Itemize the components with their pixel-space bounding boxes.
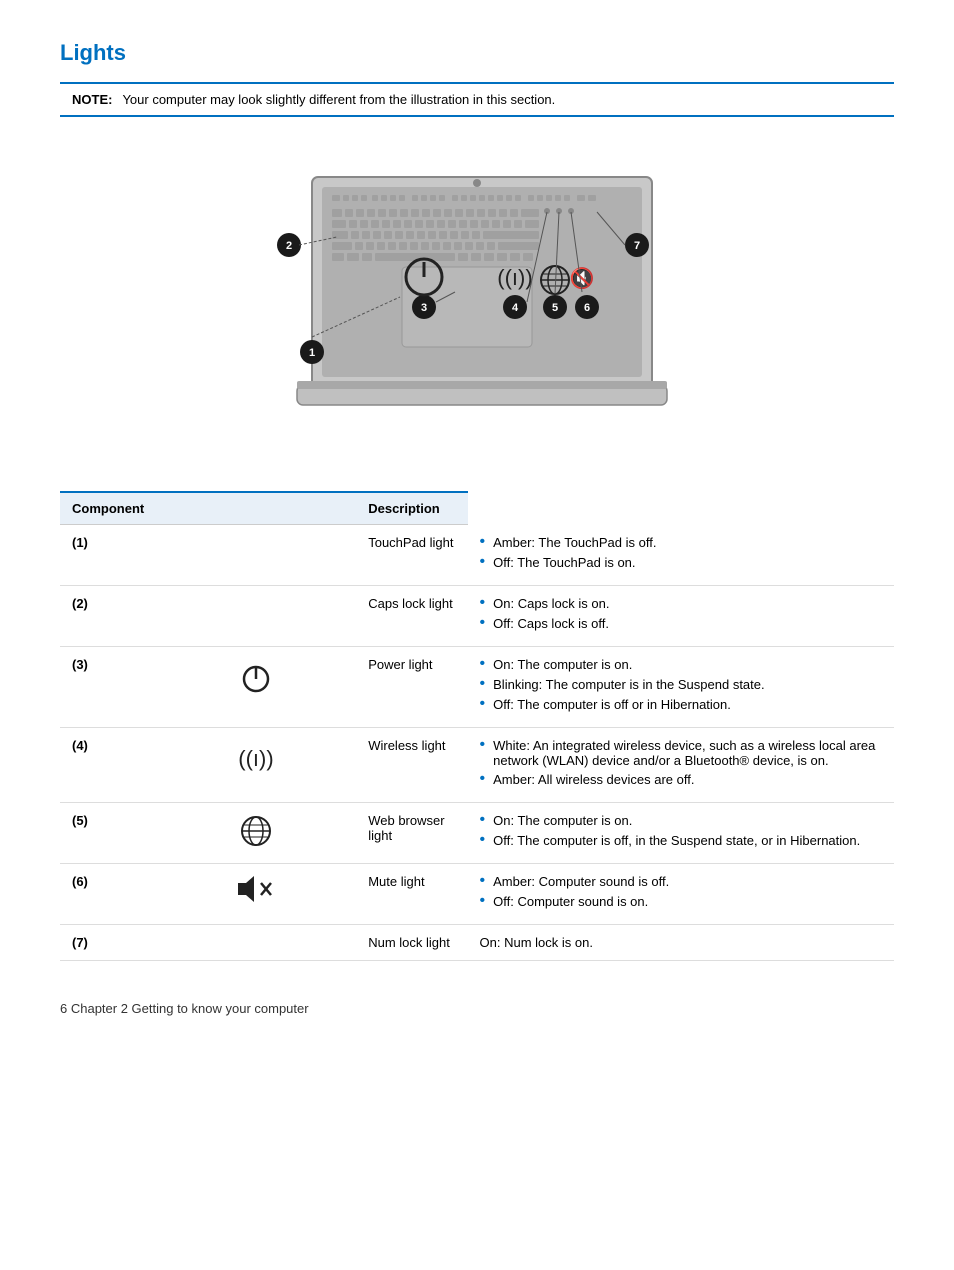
component-icon — [156, 863, 356, 924]
components-table: Component Description (1)TouchPad lightA… — [60, 491, 894, 961]
component-id: (3) — [60, 646, 156, 727]
col-description: Description — [356, 492, 467, 525]
svg-text:5: 5 — [552, 302, 558, 314]
bullet-item: On: The computer is on. — [480, 657, 882, 673]
svg-text:((ı)): ((ı)) — [497, 265, 532, 290]
component-id: (1) — [60, 525, 156, 586]
component-name: TouchPad light — [356, 525, 467, 586]
page-title: Lights — [60, 40, 894, 66]
svg-text:2: 2 — [286, 240, 292, 252]
component-id: (7) — [60, 924, 156, 960]
bullet-item: Off: The computer is off, in the Suspend… — [480, 833, 882, 849]
bullet-item: On: The computer is on. — [480, 813, 882, 829]
svg-text:6: 6 — [584, 302, 590, 314]
note-box: NOTE: Your computer may look slightly di… — [60, 82, 894, 117]
component-icon — [156, 924, 356, 960]
note-label: NOTE: — [72, 92, 112, 107]
table-row: (4) ((ı)) Wireless light White: An integr… — [60, 727, 894, 802]
bullet-item: Off: Caps lock is off. — [480, 616, 882, 632]
diagram-svg: 1 2 3 4 ((ı)) 5 6 🔇 7 — [217, 137, 737, 467]
component-name: Caps lock light — [356, 585, 467, 646]
component-icon — [156, 646, 356, 727]
table-row: (5) Web browser lightOn: The computer is… — [60, 802, 894, 863]
svg-text:🔇: 🔇 — [570, 266, 595, 290]
table-row: (1)TouchPad lightAmber: The TouchPad is … — [60, 525, 894, 586]
component-icon: ((ı)) — [156, 727, 356, 802]
component-description: On: Num lock is on. — [468, 924, 894, 960]
component-name: Web browser light — [356, 802, 467, 863]
table-row: (2) Caps lock light On: Caps lock is on. Of… — [60, 585, 894, 646]
bullet-item: Off: The TouchPad is on. — [480, 555, 882, 571]
component-icon — [156, 525, 356, 586]
svg-text:3: 3 — [421, 302, 427, 314]
component-id: (2) — [60, 585, 156, 646]
component-description: On: The computer is on. Off: The computer… — [468, 802, 894, 863]
svg-text:((ı)): ((ı)) — [238, 746, 273, 771]
component-id: (4) — [60, 727, 156, 802]
component-description: Amber: The TouchPad is off. Off: The Touc… — [468, 525, 894, 586]
svg-text:4: 4 — [512, 302, 519, 314]
table-row: (6) Mute lightAmber: Computer sound is o… — [60, 863, 894, 924]
component-description: White: An integrated wireless device, su… — [468, 727, 894, 802]
table-row: (7) Num lock lightOn: Num lock is on. — [60, 924, 894, 960]
component-id: (6) — [60, 863, 156, 924]
table-row: (3) Power light On: The computer is on. Bl… — [60, 646, 894, 727]
component-description: Amber: Computer sound is off. Off: Comput… — [468, 863, 894, 924]
bullet-item: White: An integrated wireless device, su… — [480, 738, 882, 768]
component-name: Wireless light — [356, 727, 467, 802]
bullet-item: Off: Computer sound is on. — [480, 894, 882, 910]
bullet-item: Amber: The TouchPad is off. — [480, 535, 882, 551]
component-name: Power light — [356, 646, 467, 727]
bullet-item: Amber: All wireless devices are off. — [480, 772, 882, 788]
component-name: Num lock light — [356, 924, 467, 960]
component-icon — [156, 802, 356, 863]
col-component-name — [156, 492, 356, 525]
component-description: On: The computer is on. Blinking: The com… — [468, 646, 894, 727]
note-text: Your computer may look slightly differen… — [122, 92, 555, 107]
svg-text:7: 7 — [634, 240, 640, 252]
component-id: (5) — [60, 802, 156, 863]
bullet-item: Off: The computer is off or in Hibernati… — [480, 697, 882, 713]
component-description: On: Caps lock is on. Off: Caps lock is of… — [468, 585, 894, 646]
page-footer: 6 Chapter 2 Getting to know your compute… — [60, 1001, 894, 1016]
bullet-item: Amber: Computer sound is off. — [480, 874, 882, 890]
bullet-item: On: Caps lock is on. — [480, 596, 882, 612]
svg-text:1: 1 — [309, 347, 315, 359]
laptop-diagram: 1 2 3 4 ((ı)) 5 6 🔇 7 — [60, 137, 894, 467]
component-icon — [156, 585, 356, 646]
bullet-item: Blinking: The computer is in the Suspend… — [480, 677, 882, 693]
component-name: Mute light — [356, 863, 467, 924]
col-component: Component — [60, 492, 156, 525]
